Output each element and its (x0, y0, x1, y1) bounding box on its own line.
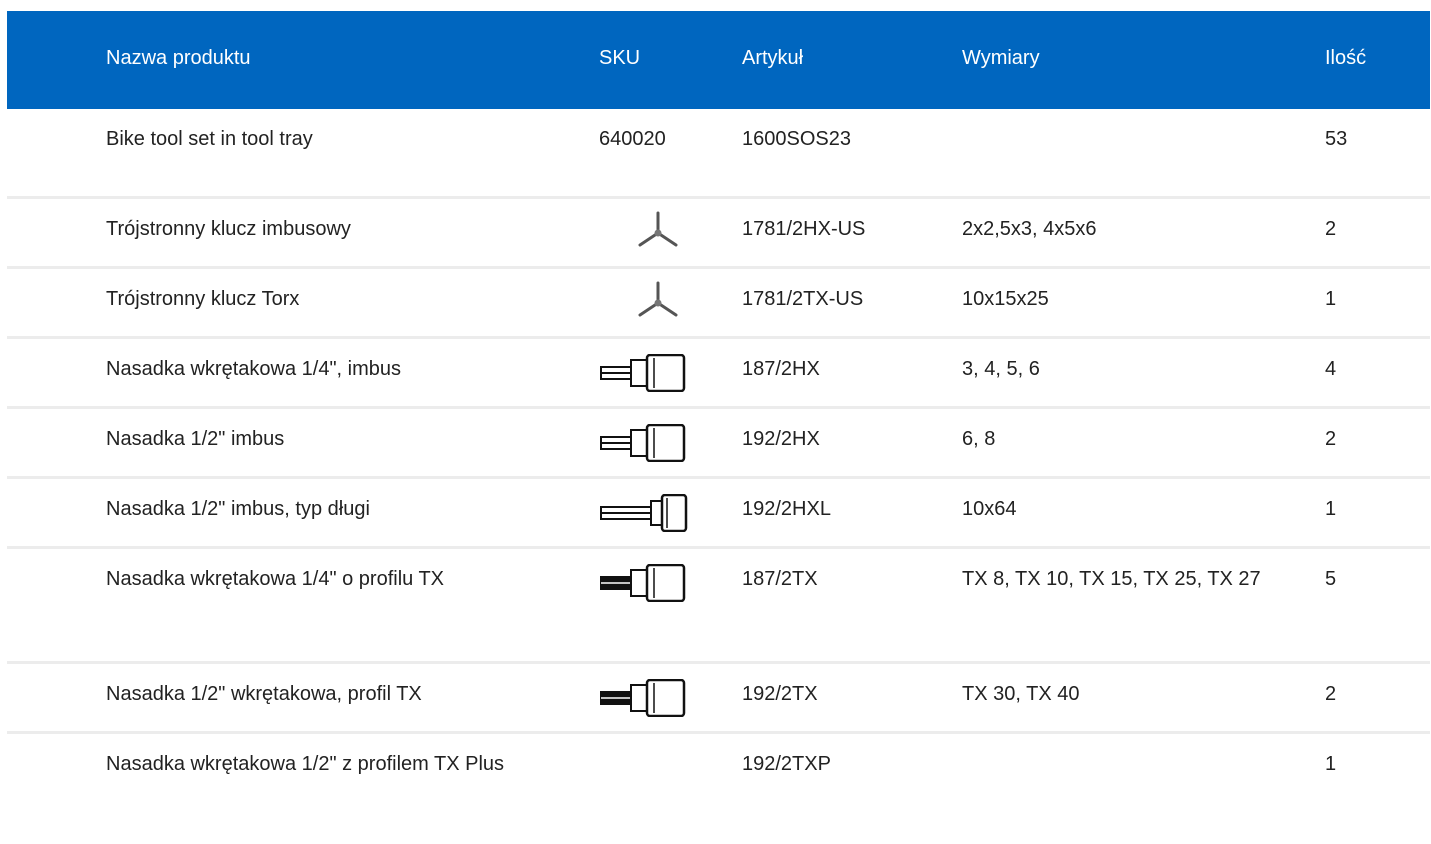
table-row[interactable]: Bike tool set in tool tray 640020 1600SO… (7, 109, 1430, 199)
product-article: 1781/2HX-US (742, 218, 866, 240)
product-quantity: 1 (1325, 498, 1337, 520)
product-name: Nasadka wkrętakowa 1/4", imbus (106, 358, 402, 380)
product-name: Bike tool set in tool tray (106, 128, 313, 150)
product-quantity: 1 (1325, 753, 1337, 775)
product-article: 187/2TX (742, 568, 818, 590)
y-hex-key-icon (635, 211, 681, 249)
product-dimensions: TX 8, TX 10, TX 15, TX 25, TX 27 (962, 568, 1261, 590)
product-dimensions: 3, 4, 5, 6 (962, 358, 1040, 380)
product-sku: 640020 (599, 128, 666, 150)
table-row[interactable]: Nasadka 1/2" wkrętakowa, profil TX 192/2… (7, 664, 1430, 734)
product-quantity: 2 (1325, 428, 1337, 450)
product-article: 192/2TXP (742, 753, 831, 775)
table-row[interactable]: Trójstronny klucz imbusowy 1781/2HX-US 2… (7, 199, 1430, 269)
product-name: Nasadka wkrętakowa 1/2" z profilem TX Pl… (106, 753, 505, 775)
column-header-sku[interactable]: SKU (599, 45, 640, 71)
product-quantity: 4 (1325, 358, 1337, 380)
torx-bit-socket-icon (599, 679, 689, 717)
hex-bit-socket-icon (599, 354, 689, 392)
product-quantity: 2 (1325, 683, 1337, 705)
product-dimensions: 6, 8 (962, 428, 996, 450)
product-name: Nasadka 1/2" imbus (106, 428, 285, 450)
product-name: Trójstronny klucz imbusowy (106, 218, 351, 240)
product-dimensions: 2x2,5x3, 4x5x6 (962, 218, 1097, 240)
table-row[interactable]: Trójstronny klucz Torx 1781/2TX-US 10x15… (7, 269, 1430, 339)
product-quantity: 5 (1325, 568, 1337, 590)
column-header-name[interactable]: Nazwa produktu (106, 45, 546, 71)
long-hex-bit-socket-icon (599, 494, 689, 532)
table-header: Nazwa produktu SKU Artykuł Wymiary Ilość (7, 11, 1430, 109)
column-header-dimensions[interactable]: Wymiary (962, 45, 1282, 71)
product-table: Nazwa produktu SKU Artykuł Wymiary Ilość… (7, 11, 1430, 844)
product-name: Nasadka 1/2" imbus, typ długi (106, 498, 370, 520)
product-dimensions: TX 30, TX 40 (962, 683, 1080, 705)
product-article: 192/2TX (742, 683, 818, 705)
product-quantity: 2 (1325, 218, 1337, 240)
column-header-article[interactable]: Artykuł (742, 45, 803, 71)
product-article: 187/2HX (742, 358, 820, 380)
product-article: 1600SOS23 (742, 128, 851, 150)
product-dimensions: 10x15x25 (962, 288, 1049, 310)
table-row[interactable]: Nasadka 1/2" imbus 192/2HX 6, 8 2 (7, 409, 1430, 479)
product-name: Nasadka wkrętakowa 1/4" o profilu TX (106, 568, 445, 590)
y-torx-key-icon (635, 281, 681, 319)
hex-bit-socket-icon (599, 424, 689, 462)
product-article: 1781/2TX-US (742, 288, 864, 310)
torx-bit-socket-icon (599, 564, 689, 602)
product-name: Trójstronny klucz Torx (106, 288, 300, 310)
table-row[interactable]: Nasadka wkrętakowa 1/4", imbus 187/2HX 3… (7, 339, 1430, 409)
product-quantity: 1 (1325, 288, 1337, 310)
table-row[interactable]: Nasadka 1/2" imbus, typ długi 192/2HXL 1… (7, 479, 1430, 549)
product-dimensions: 10x64 (962, 498, 1017, 520)
product-article: 192/2HXL (742, 498, 831, 520)
column-header-quantity[interactable]: Ilość (1325, 45, 1366, 71)
product-name: Nasadka 1/2" wkrętakowa, profil TX (106, 683, 422, 705)
table-row[interactable]: Nasadka wkrętakowa 1/4" o profilu TX 187… (7, 549, 1430, 664)
product-quantity: 53 (1325, 128, 1348, 150)
table-row[interactable]: Nasadka wkrętakowa 1/2" z profilem TX Pl… (7, 734, 1430, 844)
product-article: 192/2HX (742, 428, 820, 450)
